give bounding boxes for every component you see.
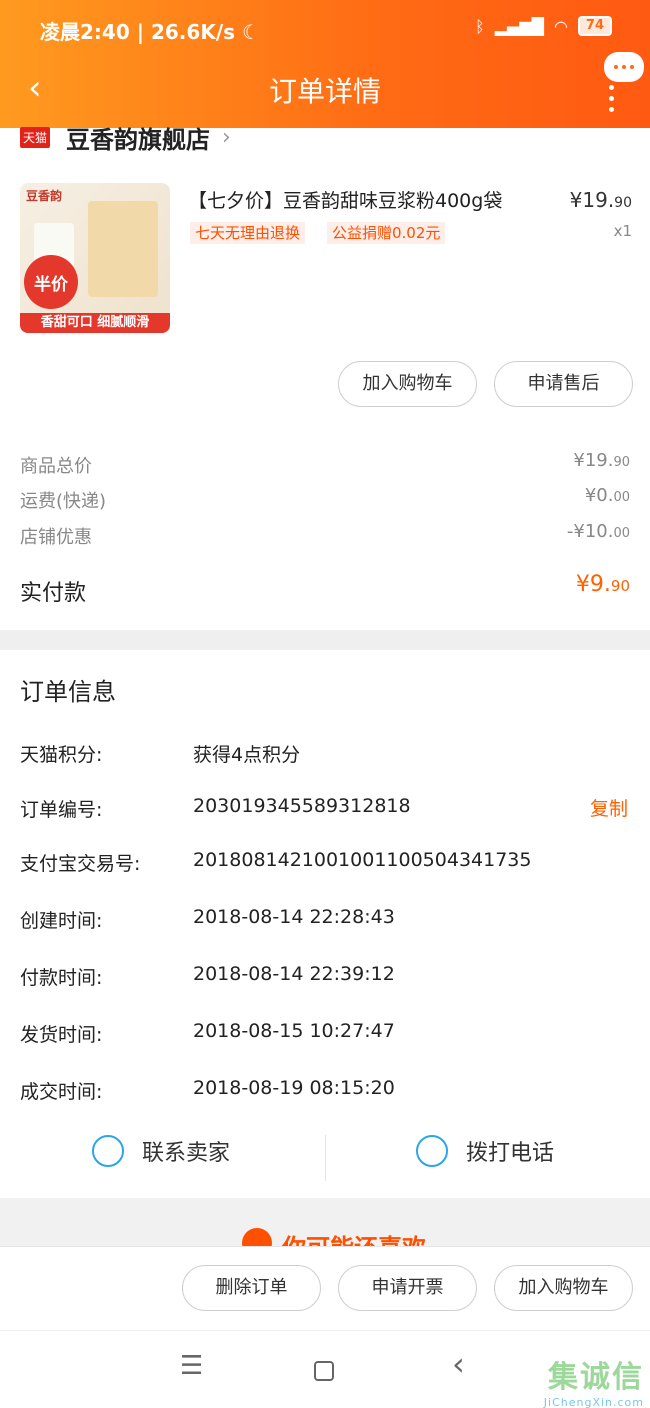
heart-icon: [242, 1228, 272, 1246]
watermark: 集诚信 JiChengXin.com: [524, 1352, 644, 1408]
copy-button[interactable]: 复制: [590, 794, 628, 821]
phone-icon: [416, 1135, 448, 1167]
info-label-paid-time: 付款时间:: [20, 967, 103, 989]
store-link[interactable]: 天猫 豆香韵旗舰店 ›: [20, 120, 231, 155]
page-title: 订单详情: [268, 75, 381, 108]
paid-amount: ¥9.90: [575, 572, 630, 597]
summary-value: ¥19.90: [573, 450, 630, 471]
watermark-main: 集诚信: [548, 1360, 644, 1395]
battery-indicator: 74: [577, 16, 612, 36]
chat-face-icon: [92, 1135, 124, 1167]
contact-seller-button[interactable]: 联系卖家: [92, 1135, 230, 1167]
product-price: ¥19.90: [570, 188, 632, 212]
info-label-points: 天猫积分:: [20, 744, 103, 766]
signal-icon: ▂▄▆█: [494, 16, 544, 36]
contact-seller-label: 联系卖家: [142, 1141, 231, 1166]
chevron-right-icon: ›: [222, 125, 231, 150]
tag-charity: 公益捐赠0.02元: [327, 222, 446, 244]
menu-icon[interactable]: ☰: [180, 1351, 203, 1381]
info-label-created: 创建时间:: [20, 910, 103, 932]
product-price-main: ¥19.: [569, 188, 615, 212]
section-divider: [0, 630, 650, 650]
paid-label: 实付款: [20, 581, 87, 606]
info-value-paid-time: 2018-08-14 22:39:12: [193, 963, 395, 985]
contact-divider: [325, 1135, 326, 1181]
add-to-cart-button[interactable]: 加入购物车: [338, 361, 477, 407]
product-image-logo: 豆香韵: [26, 189, 63, 203]
bottom-add-to-cart-button[interactable]: 加入购物车: [494, 1265, 633, 1311]
product-image-bag: [88, 201, 158, 297]
status-time-speed: 凌晨2:40 | 26.6K/s ☾: [40, 20, 260, 44]
info-value-created: 2018-08-14 22:28:43: [193, 906, 395, 928]
info-label-completed: 成交时间:: [20, 1081, 103, 1103]
delete-order-button[interactable]: 删除订单: [182, 1265, 321, 1311]
home-icon[interactable]: [314, 1361, 334, 1381]
watermark-sub: JiChengXin.com: [543, 1396, 644, 1408]
summary-label: 商品总价: [20, 456, 92, 477]
wifi-icon: ◠: [553, 16, 568, 36]
bluetooth-icon: ᛒ: [475, 16, 485, 36]
call-phone-label: 拨打电话: [466, 1141, 555, 1166]
message-bubble-icon[interactable]: [604, 52, 644, 82]
product-price-cents: 90: [614, 195, 632, 211]
info-value-completed: 2018-08-19 08:15:20: [193, 1077, 395, 1099]
info-value-shipped: 2018-08-15 10:27:47: [193, 1020, 395, 1042]
tag-return-policy: 七天无理由退换: [190, 222, 306, 244]
store-name: 豆香韵旗舰店: [66, 126, 211, 154]
info-label-order-number: 订单编号:: [20, 799, 103, 821]
order-info-title: 订单信息: [20, 678, 116, 706]
more-options-icon[interactable]: [609, 85, 614, 112]
bottom-action-bar: 删除订单 申请开票 加入购物车: [0, 1246, 650, 1330]
recommend-title: 你可能还喜欢: [282, 1228, 426, 1246]
product-image-badge: 半价: [24, 255, 78, 309]
recommend-section: 你可能还喜欢: [0, 1198, 650, 1246]
tmall-badge: 天猫: [20, 127, 51, 148]
app-header: 凌晨2:40 | 26.6K/s ☾ ᛒ ▂▄▆█ ◠ 74 ‹ 订单详情: [0, 0, 650, 128]
after-sales-button[interactable]: 申请售后: [494, 361, 633, 407]
info-value-points: 获得4点积分: [193, 744, 301, 766]
summary-value: -¥10.00: [566, 521, 630, 542]
product-image[interactable]: 豆香韵 半价 香甜可口 细腻顺滑: [20, 183, 170, 333]
info-label-shipped: 发货时间:: [20, 1024, 103, 1046]
summary-label: 店铺优惠: [20, 527, 92, 548]
call-phone-button[interactable]: 拨打电话: [416, 1135, 554, 1167]
request-invoice-button[interactable]: 申请开票: [338, 1265, 477, 1311]
info-label-alipay: 支付宝交易号:: [20, 853, 141, 875]
summary-value: ¥0.00: [584, 485, 630, 506]
product-title[interactable]: 【七夕价】豆香韵甜味豆浆粉400g袋: [188, 186, 502, 213]
info-value-alipay: 2018081421001001100504341735: [193, 849, 532, 871]
summary-label: 运费(快递): [20, 491, 107, 512]
info-value-order-number: 203019345589312818: [193, 795, 411, 817]
product-quantity: x1: [613, 222, 632, 240]
nav-back-icon[interactable]: ‹: [452, 1345, 465, 1383]
status-icons: ᛒ ▂▄▆█ ◠ 74: [475, 16, 612, 36]
product-image-strip: 香甜可口 细腻顺滑: [20, 313, 170, 333]
